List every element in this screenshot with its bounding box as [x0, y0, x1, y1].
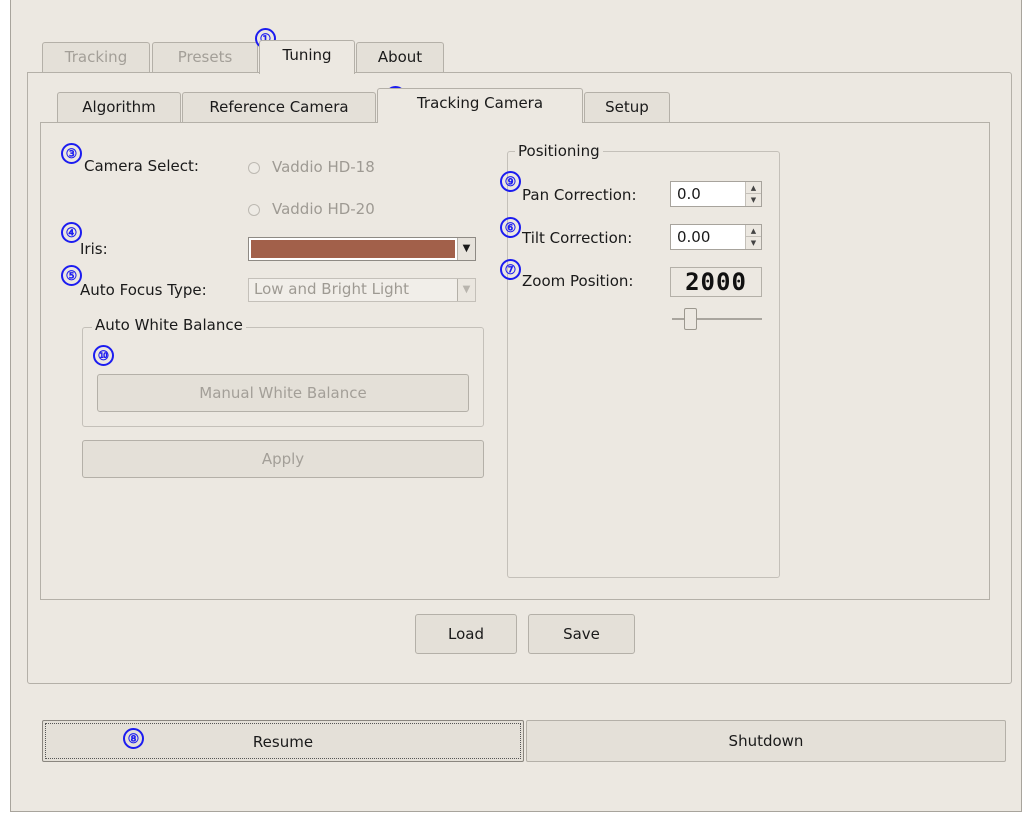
subtab-algorithm[interactable]: Algorithm — [57, 92, 181, 122]
annotation-marker-5: ⑤ — [61, 265, 82, 286]
radio-vaddio-hd20[interactable] — [248, 204, 260, 216]
apply-button[interactable]: Apply — [82, 440, 484, 478]
auto-white-balance-title: Auto White Balance — [92, 316, 246, 334]
annotation-marker-9: ⑨ — [500, 171, 521, 192]
subtab-setup[interactable]: Setup — [584, 92, 670, 122]
chevron-down-icon[interactable]: ▼ — [457, 279, 475, 301]
iris-label: Iris: — [80, 240, 108, 258]
arrow-down-icon[interactable]: ▼ — [746, 194, 761, 206]
subtab-tracking-camera[interactable]: Tracking Camera — [377, 88, 583, 123]
pan-correction-value: 0.0 — [677, 185, 701, 203]
tab-about[interactable]: About — [356, 42, 444, 72]
iris-dropdown[interactable]: ▼ — [248, 237, 476, 261]
pan-correction-spinbox[interactable]: 0.0 ▲ ▼ — [670, 181, 762, 207]
radio-label-vaddio-hd20: Vaddio HD-20 — [272, 200, 375, 218]
pan-correction-label: Pan Correction: — [522, 186, 637, 204]
chevron-down-icon[interactable]: ▼ — [457, 238, 475, 260]
radio-vaddio-hd18[interactable] — [248, 162, 260, 174]
auto-focus-label: Auto Focus Type: — [80, 281, 207, 299]
pan-correction-stepper[interactable]: ▲ ▼ — [745, 182, 761, 206]
arrow-up-icon[interactable]: ▲ — [746, 182, 761, 194]
subtab-reference-camera[interactable]: Reference Camera — [182, 92, 376, 122]
resume-label: Resume — [45, 723, 521, 759]
manual-white-balance-button[interactable]: Manual White Balance — [97, 374, 469, 412]
auto-focus-dropdown[interactable]: Low and Bright Light ▼ — [248, 278, 476, 302]
camera-select-label: Camera Select: — [84, 157, 199, 175]
annotation-marker-4: ④ — [61, 222, 82, 243]
iris-color-swatch — [251, 240, 455, 258]
annotation-marker-3: ③ — [61, 143, 82, 164]
zoom-slider-handle[interactable] — [684, 308, 697, 330]
annotation-marker-7: ⑦ — [500, 259, 521, 280]
shutdown-button[interactable]: Shutdown — [526, 720, 1006, 762]
tilt-correction-spinbox[interactable]: 0.00 ▲ ▼ — [670, 224, 762, 250]
radio-label-vaddio-hd18: Vaddio HD-18 — [272, 158, 375, 176]
positioning-title: Positioning — [515, 142, 603, 160]
positioning-group — [507, 151, 780, 578]
zoom-position-display: 2000 — [670, 267, 762, 297]
annotation-marker-10: ⑩ — [93, 345, 114, 366]
tilt-correction-label: Tilt Correction: — [522, 229, 633, 247]
tilt-correction-stepper[interactable]: ▲ ▼ — [745, 225, 761, 249]
annotation-marker-8: ⑧ — [123, 728, 144, 749]
tab-presets[interactable]: Presets — [152, 42, 258, 72]
tilt-correction-value: 0.00 — [677, 228, 711, 246]
arrow-down-icon[interactable]: ▼ — [746, 237, 761, 249]
zoom-position-label: Zoom Position: — [522, 272, 634, 290]
annotation-marker-6: ⑥ — [500, 217, 521, 238]
auto-focus-value: Low and Bright Light — [254, 280, 410, 298]
arrow-up-icon[interactable]: ▲ — [746, 225, 761, 237]
resume-button[interactable]: Resume — [42, 720, 524, 762]
tab-tuning[interactable]: Tuning — [259, 40, 355, 74]
tab-tracking[interactable]: Tracking — [42, 42, 150, 72]
load-button[interactable]: Load — [415, 614, 517, 654]
save-button[interactable]: Save — [528, 614, 635, 654]
